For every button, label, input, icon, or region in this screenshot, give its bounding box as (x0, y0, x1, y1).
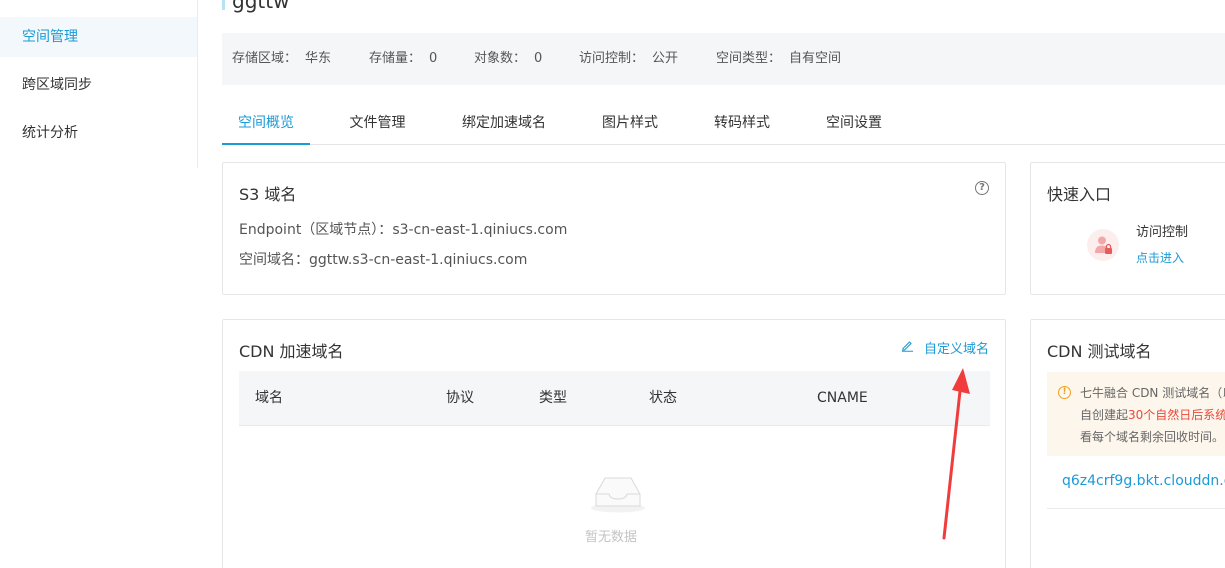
test-domain-link[interactable]: q6z4crf9g.bkt.clouddn.com (1062, 473, 1225, 489)
cdn-domain-card: CDN 加速域名 自定义域名 域名 协议 类型 状态 CNAME 暂无数据 (222, 319, 1006, 568)
s3-card-title: S3 域名 (239, 185, 297, 204)
tab-image-style[interactable]: 图片样式 (592, 104, 668, 145)
annotation-arrow (930, 362, 980, 546)
divider (1047, 508, 1225, 509)
column-protocol[interactable]: 协议 (446, 371, 474, 426)
info-region: 存储区域： 华东 (232, 33, 331, 85)
info-objects-value: 0 (534, 51, 543, 66)
quick-access-card: 快速入口 访问控制 点击进入 (1030, 162, 1225, 295)
bucket-domain-value: ggttw.s3-cn-east-1.qiniucs.com (309, 252, 528, 268)
info-access-label: 访问控制： (579, 51, 645, 66)
column-status[interactable]: 状态 (649, 371, 677, 426)
sidebar-item-statistics[interactable]: 统计分析 (0, 113, 197, 153)
quick-enter-link[interactable]: 点击进入 (1136, 249, 1184, 266)
column-domain[interactable]: 域名 (255, 371, 283, 426)
endpoint-label: Endpoint（区域节点）： (239, 222, 393, 238)
tab-transcode-style[interactable]: 转码样式 (704, 104, 780, 145)
info-storage-value: 0 (429, 51, 438, 66)
notice-line-3: 看每个域名剩余回收时间。 (1080, 430, 1225, 444)
info-objects-label: 对象数： (474, 51, 527, 66)
custom-domain-link[interactable]: 自定义域名 (901, 338, 989, 357)
empty-inbox-icon (589, 472, 647, 518)
info-storage-label: 存储量： (369, 51, 422, 66)
empty-state-text: 暂无数据 (585, 530, 638, 545)
info-type-value: 自有空间 (789, 51, 842, 66)
tab-bar: 空间概览 文件管理 绑定加速域名 图片样式 转码样式 空间设置 (222, 104, 1225, 145)
cdn-test-card-title: CDN 测试域名 (1047, 342, 1152, 361)
notice-line-2: 自创建起30个自然日后系统 (1080, 404, 1225, 426)
tab-overview[interactable]: 空间概览 (222, 104, 310, 145)
info-type: 空间类型： 自有空间 (716, 33, 841, 85)
edit-icon (901, 339, 914, 356)
notice-line-2-text: 自创建起 (1080, 408, 1129, 422)
column-type[interactable]: 类型 (539, 371, 567, 426)
info-storage: 存储量： 0 (369, 33, 437, 85)
notice-highlight: 30个自然日后系统 (1128, 408, 1225, 422)
bucket-domain-label: 空间域名： (239, 252, 309, 268)
cdn-table-header: 域名 协议 类型 状态 CNAME (239, 371, 990, 426)
tab-bucket-settings[interactable]: 空间设置 (816, 104, 892, 145)
cdn-card-title: CDN 加速域名 (239, 342, 344, 361)
tab-bind-domain[interactable]: 绑定加速域名 (458, 104, 550, 145)
warning-icon: ! (1058, 386, 1071, 399)
cdn-test-notice: ! 七牛融合 CDN 测试域名（以 自创建起30个自然日后系统 看每个域名剩余回… (1047, 372, 1225, 456)
column-cname[interactable]: CNAME (817, 371, 868, 426)
bucket-info-bar: 存储区域： 华东 存储量： 0 对象数： 0 访问控制： 公开 空间类型： 自有空间 (222, 33, 1225, 85)
info-access: 访问控制： 公开 (579, 33, 678, 85)
tab-file-management[interactable]: 文件管理 (340, 104, 415, 145)
sidebar-item-cross-region-sync[interactable]: 跨区域同步 (0, 65, 197, 105)
cdn-test-domain-card: CDN 测试域名 ! 七牛融合 CDN 测试域名（以 自创建起30个自然日后系统… (1030, 319, 1225, 568)
info-objects: 对象数： 0 (474, 33, 542, 85)
custom-domain-label: 自定义域名 (923, 342, 989, 357)
notice-line-1: 七牛融合 CDN 测试域名（以 (1080, 386, 1225, 400)
info-region-label: 存储区域： (232, 51, 298, 66)
user-lock-icon (1087, 229, 1119, 261)
info-type-label: 空间类型： (716, 51, 782, 66)
endpoint-row: Endpoint（区域节点）：s3-cn-east-1.qiniucs.com (239, 219, 567, 239)
sidebar: 空间管理 跨区域同步 统计分析 (0, 0, 198, 168)
page-title: ggttw (222, 0, 289, 14)
sidebar-item-bucket-management[interactable]: 空间管理 (0, 17, 197, 57)
quick-access-control-label: 访问控制 (1136, 225, 1189, 240)
s3-domain-card: S3 域名 ? Endpoint（区域节点）：s3-cn-east-1.qini… (222, 162, 1006, 295)
info-access-value: 公开 (652, 51, 679, 66)
quick-card-title: 快速入口 (1047, 185, 1112, 204)
help-icon[interactable]: ? (975, 181, 989, 195)
info-region-value: 华东 (305, 51, 332, 66)
endpoint-value: s3-cn-east-1.qiniucs.com (392, 222, 568, 238)
bucket-domain-row: 空间域名：ggttw.s3-cn-east-1.qiniucs.com (239, 249, 527, 269)
